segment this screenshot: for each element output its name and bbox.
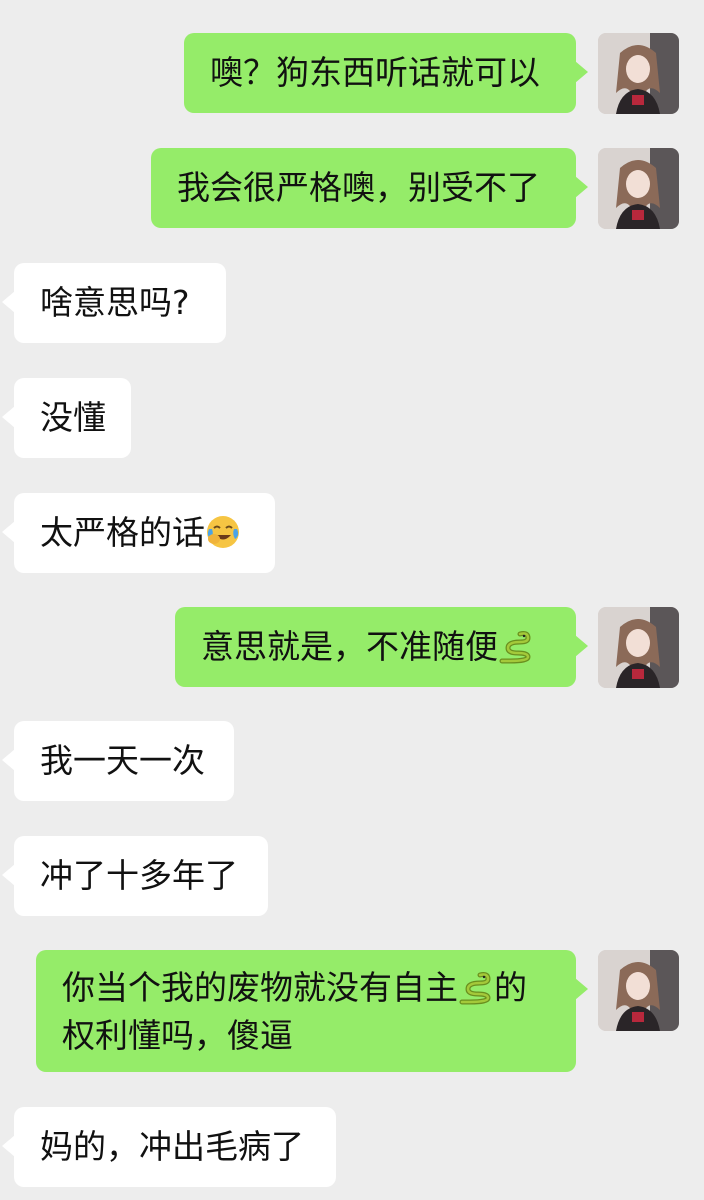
message-bubble-outgoing[interactable]: 意思就是，不准随便: [175, 607, 588, 687]
message-bubble-incoming[interactable]: 太严格的话: [2, 493, 275, 573]
message-text: 冲了十多年了: [40, 856, 238, 895]
message-line-2: 权利懂吗，傻逼: [62, 1016, 293, 1055]
message-text: 没懂: [40, 398, 106, 437]
message-bubble-outgoing[interactable]: 我会很严格噢，别受不了: [151, 148, 588, 228]
message-bubble-incoming[interactable]: 没懂: [2, 378, 131, 458]
face-with-tears-of-joy-emoji: [205, 514, 241, 550]
message-text: 你当个我的废物就没有自主: [62, 968, 458, 1007]
avatar[interactable]: [598, 950, 679, 1031]
message-bubble-incoming[interactable]: 冲了十多年了: [2, 836, 268, 916]
message-bubble-incoming[interactable]: 啥意思吗?: [2, 263, 226, 343]
message-bubble-incoming[interactable]: 我一天一次: [2, 721, 234, 801]
message-text: 太严格的话: [40, 513, 205, 552]
message-bubble-outgoing[interactable]: 你当个我的废物就没有自主 的 权利懂吗，傻逼: [36, 950, 588, 1072]
avatar[interactable]: [598, 607, 679, 688]
message-text: 意思就是，不准随便: [201, 627, 498, 666]
message-text: 我会很严格噢，别受不了: [177, 168, 540, 207]
message-text: 我一天一次: [40, 741, 205, 780]
message-text: 噢？狗东西听话就可以: [210, 53, 540, 92]
message-bubble-outgoing[interactable]: 噢？狗东西听话就可以: [184, 33, 588, 113]
avatar[interactable]: [598, 148, 679, 229]
message-text: 妈的，冲出毛病了: [40, 1127, 304, 1166]
snake-emoji: [498, 628, 534, 664]
message-line-1: 你当个我的废物就没有自主 的: [62, 964, 550, 1012]
snake-emoji: [458, 969, 494, 1005]
message-text: 啥意思吗?: [40, 283, 190, 322]
avatar[interactable]: [598, 33, 679, 114]
message-bubble-incoming[interactable]: 妈的，冲出毛病了: [2, 1107, 336, 1187]
message-text: 的: [494, 968, 527, 1007]
